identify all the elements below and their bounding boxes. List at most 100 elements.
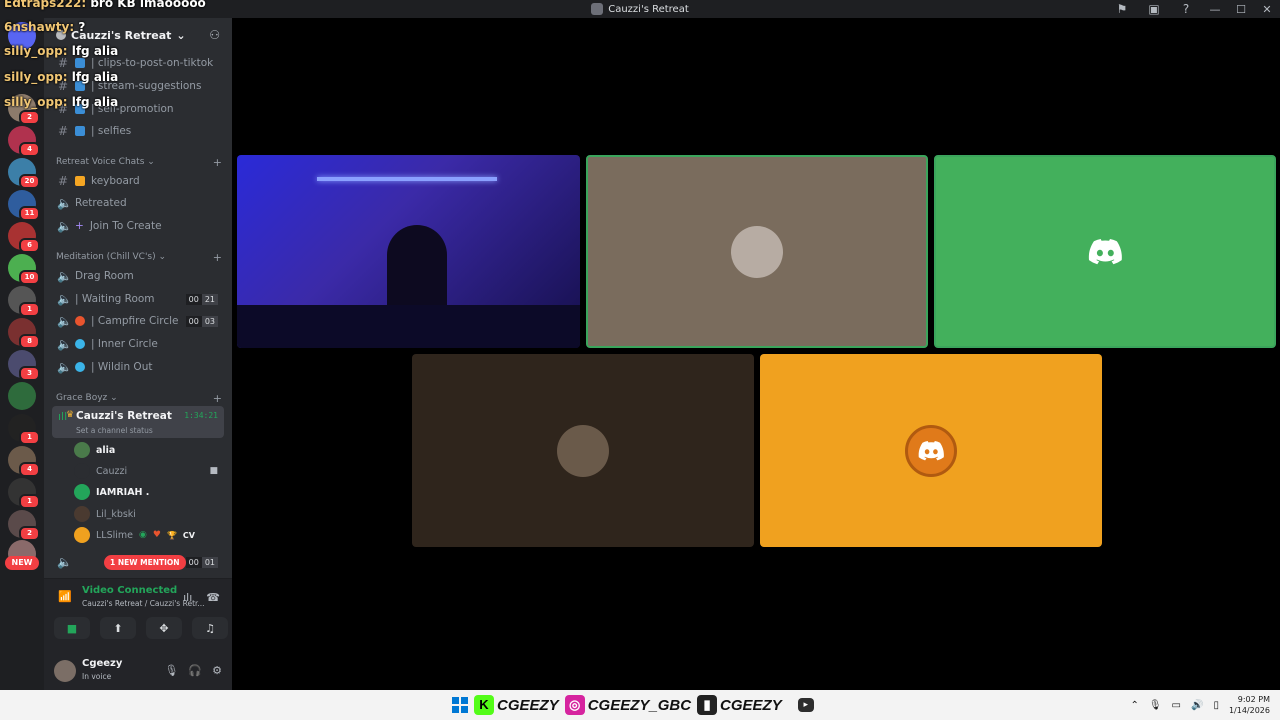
channel-inner-circle[interactable]: 🔈 | Inner Circle xyxy=(52,334,224,354)
crown-icon: ♛ xyxy=(66,410,75,420)
battery-icon[interactable]: ▯ xyxy=(1213,700,1219,711)
inbox-flag-icon[interactable]: ⚑ xyxy=(1106,2,1138,16)
channel-wildin-out[interactable]: 🔈 | Wildin Out xyxy=(52,357,224,377)
category-retreat-voice[interactable]: Retreat Voice Chats ⌄ + xyxy=(56,154,222,170)
network-icon[interactable]: ▭ xyxy=(1172,700,1181,711)
minimize-button[interactable]: — xyxy=(1202,3,1228,16)
add-channel-icon[interactable]: + xyxy=(213,156,222,169)
video-tile-user-2[interactable] xyxy=(586,155,928,348)
server-icon-3[interactable]: 20 xyxy=(8,158,40,189)
server-icon-4[interactable]: 11 xyxy=(8,190,40,221)
server-icon-9[interactable]: 3 xyxy=(8,350,40,381)
category-grace-boyz[interactable]: Grace Boyz ⌄ + xyxy=(56,390,222,406)
help-icon[interactable]: ? xyxy=(1170,2,1202,16)
screen-share-button[interactable]: ⬆ xyxy=(100,617,136,639)
user-name: Cauzzi xyxy=(96,465,128,477)
clock[interactable]: 9:02 PM 1/14/2026 xyxy=(1229,694,1270,716)
server-icon-13[interactable]: 1 xyxy=(8,478,40,509)
active-voice-channel[interactable]: ıll ♛ Cauzzi's Retreat 1:34:21 Set a cha… xyxy=(52,406,224,438)
signal-icon[interactable]: 📶 xyxy=(58,590,72,603)
voice-user-llslime[interactable]: LLSlime ◉ ♥ 🏆 CV xyxy=(74,525,224,545)
activities-icon: ✥ xyxy=(159,621,169,635)
user-name[interactable]: Cgeezy xyxy=(82,658,122,669)
microphone-icon[interactable]: 🎙 xyxy=(164,664,178,677)
chat-message: silly_opp: lfg alia xyxy=(4,95,119,109)
speaker-icon: 🔈 xyxy=(57,314,72,328)
server-icon-14[interactable]: 2 xyxy=(8,510,40,541)
category-meditation[interactable]: Meditation (Chill VC's) ⌄ + xyxy=(56,249,222,265)
taskbar-center: K CGEEZY ◎ CGEEZY_GBC ▮ CGEEZY ▸ xyxy=(452,694,814,716)
category-label: Retreat Voice Chats xyxy=(56,157,145,167)
channel-join-to-create[interactable]: 🔈 + Join To Create xyxy=(52,216,224,236)
server-icon-5[interactable]: 6 xyxy=(8,222,40,253)
user-name: Lil_kbski xyxy=(96,508,136,520)
avatar[interactable] xyxy=(54,660,76,682)
window-title: Cauzzi's Retreat xyxy=(591,3,689,15)
video-tile-user-4[interactable] xyxy=(412,354,754,547)
camera-button[interactable]: ■ xyxy=(54,617,90,639)
taskbar: K CGEEZY ◎ CGEEZY_GBC ▮ CGEEZY ▸ ⌃ 🎙 ▭ 🔊 ▯ … xyxy=(0,690,1280,720)
clock-date: 1/14/2026 xyxy=(1228,706,1270,715)
video-tile-user-5[interactable] xyxy=(760,354,1102,547)
unread-badge: 1 xyxy=(19,494,40,509)
screen-share-icon: ⬆ xyxy=(113,621,123,635)
user-tag: CV xyxy=(182,530,195,540)
microphone-icon[interactable]: 🎙 xyxy=(1149,700,1162,711)
server-icon-12[interactable]: 4 xyxy=(8,446,40,477)
set-channel-status[interactable]: Set a channel status xyxy=(76,426,153,435)
video-tile-camera[interactable] xyxy=(237,155,580,348)
noise-suppression-icon[interactable]: ılı xyxy=(183,591,192,604)
channel-drag-room[interactable]: 🔈 Drag Room xyxy=(52,266,224,286)
server-icon-6[interactable]: 10 xyxy=(8,254,40,285)
windows-start-icon[interactable] xyxy=(452,697,468,713)
channel-label: Retreated xyxy=(75,197,127,209)
voice-user-iamriah[interactable]: IAMRIAH . xyxy=(74,482,224,502)
server-icon-7[interactable]: 1 xyxy=(8,286,40,317)
channel-waiting-room[interactable]: 🔈 | Waiting Room 00 21 xyxy=(52,289,224,309)
hash-icon: # xyxy=(57,56,69,70)
settings-gear-icon[interactable]: ⚙ xyxy=(212,664,222,677)
channel-keyboard[interactable]: # keyboard xyxy=(52,171,224,191)
new-mention-pill[interactable]: 1 NEW MENTION xyxy=(104,555,186,570)
add-channel-icon[interactable]: + xyxy=(213,251,222,264)
channel-campfire-circle[interactable]: 🔈 | Campfire Circle 00 03 xyxy=(52,311,224,331)
server-icon-10[interactable] xyxy=(8,382,36,410)
desk xyxy=(237,305,580,348)
server-icon-2[interactable]: 4 xyxy=(8,126,40,157)
server-name: Cauzzi's Retreat xyxy=(71,28,172,42)
server-icon-8[interactable]: 8 xyxy=(8,318,40,349)
voice-user-lil-kbski[interactable]: Lil_kbski xyxy=(74,504,224,524)
channel-retreated[interactable]: 🔈 Retreated xyxy=(52,193,224,213)
channel-label: | Waiting Room xyxy=(75,293,155,305)
video-tile-user-3[interactable] xyxy=(934,155,1276,348)
discord-logo-icon xyxy=(1088,238,1122,264)
kick-icon: K xyxy=(474,695,494,715)
voice-user-cauzzi[interactable]: Cauzzi ■ xyxy=(74,461,224,481)
add-channel-icon[interactable]: + xyxy=(213,392,222,405)
channel-selfies[interactable]: # | selfies xyxy=(52,121,224,141)
volume-icon[interactable]: 🔊 xyxy=(1191,700,1203,711)
activities-button[interactable]: ✥ xyxy=(146,617,182,639)
channel-emoji-icon xyxy=(75,126,85,136)
close-button[interactable]: ✕ xyxy=(1254,3,1280,16)
user-name: LLSlime xyxy=(96,529,133,541)
instagram-icon: ◎ xyxy=(564,695,585,715)
new-unreads-pill[interactable]: NEW xyxy=(5,556,39,570)
inbox-icon[interactable]: ▣ xyxy=(1138,2,1170,16)
channel-emoji-icon xyxy=(75,58,85,68)
chevron-up-icon[interactable]: ⌃ xyxy=(1130,700,1138,711)
headphones-icon[interactable]: 🎧 xyxy=(188,664,202,677)
server-icon-11[interactable]: 1 xyxy=(8,414,40,445)
speaker-icon: 🔈 xyxy=(57,292,72,306)
maximize-button[interactable]: ☐ xyxy=(1228,3,1254,16)
voice-user-alia[interactable]: alia xyxy=(74,440,224,460)
user-name: alia xyxy=(96,444,116,456)
terminal-app-icon[interactable]: ▸ xyxy=(797,698,814,712)
soundboard-button[interactable]: ♫ xyxy=(192,617,228,639)
kick-handle: K CGEEZY xyxy=(474,695,559,715)
disconnect-icon[interactable]: ☎ xyxy=(206,591,220,604)
invite-people-icon[interactable]: ⚇ xyxy=(209,28,220,42)
voice-status[interactable]: Video Connected xyxy=(82,585,177,596)
unread-badge: 1 xyxy=(19,430,40,445)
clock-time: 9:02 PM xyxy=(1237,695,1270,704)
